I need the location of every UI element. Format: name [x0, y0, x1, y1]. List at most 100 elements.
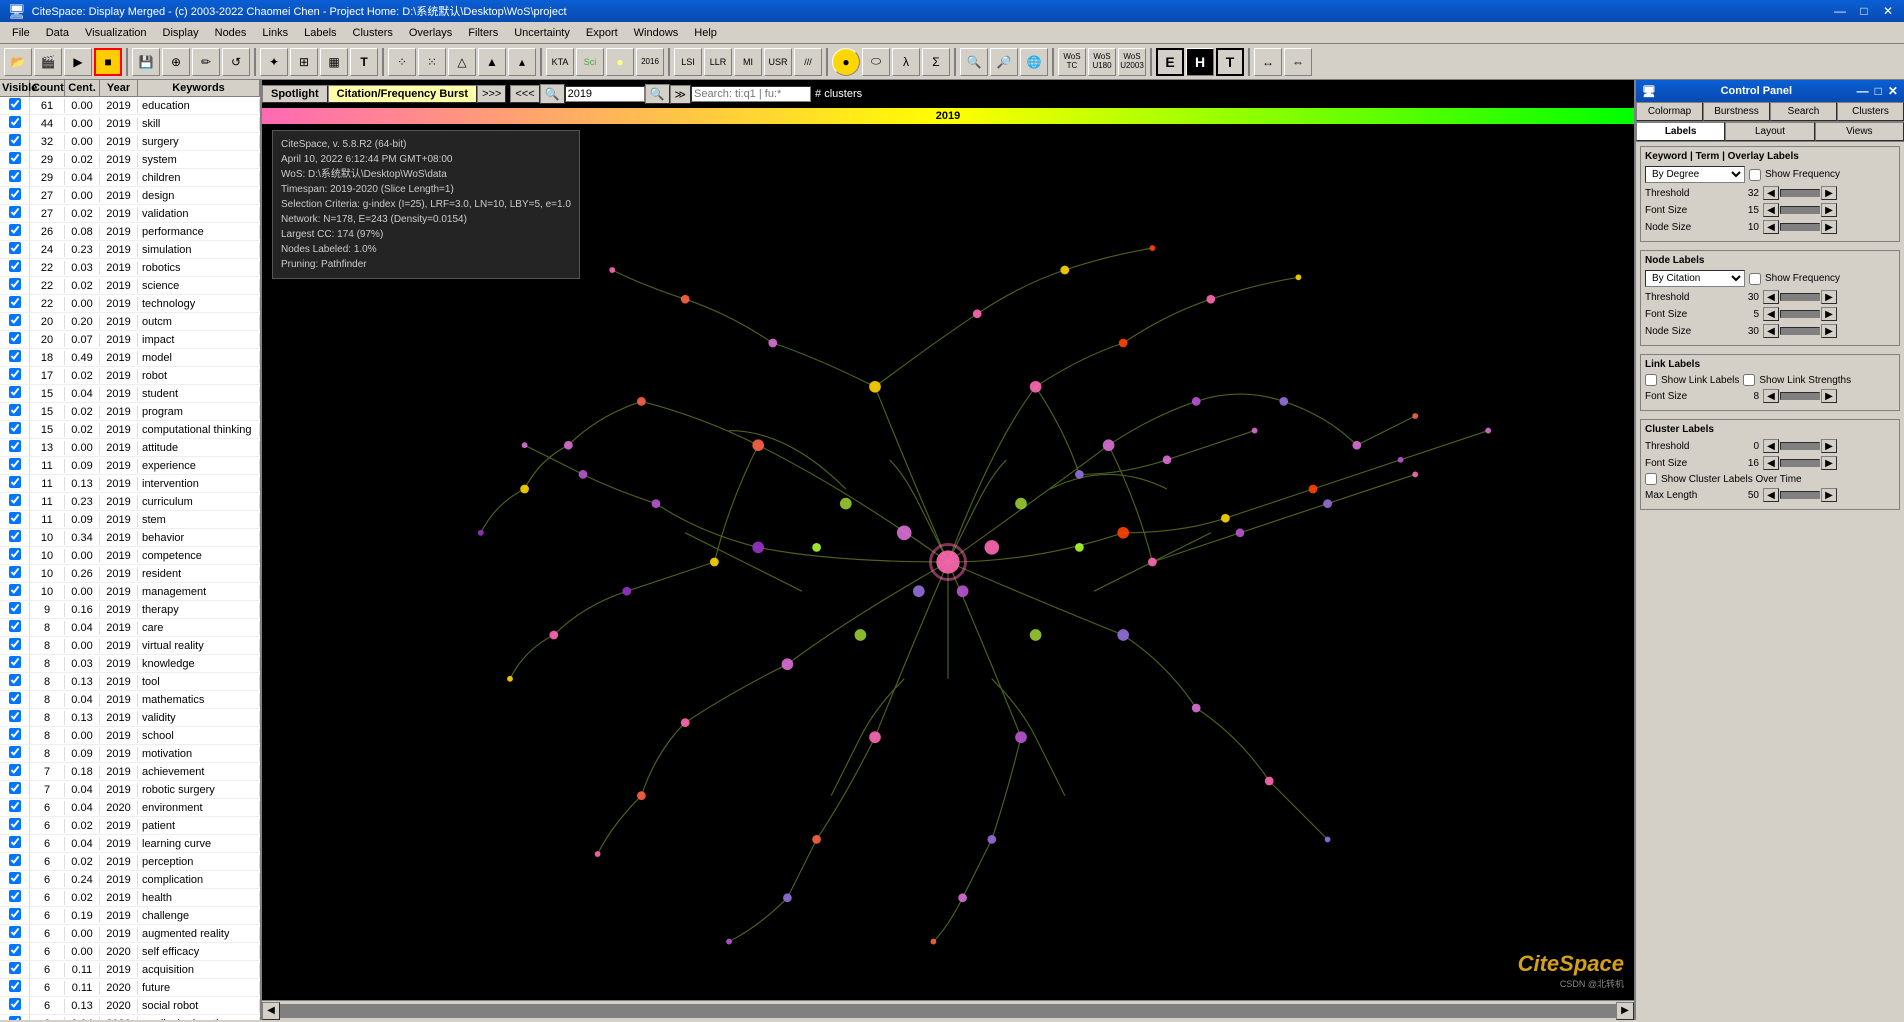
table-row[interactable]: 10 0.00 2019 competence: [0, 547, 260, 565]
cell-visible[interactable]: [0, 871, 30, 888]
cell-visible[interactable]: [0, 331, 30, 348]
tri1-button[interactable]: △: [448, 48, 476, 76]
cell-visible[interactable]: [0, 763, 30, 780]
cp-maximize-button[interactable]: □: [1875, 84, 1882, 98]
table-row[interactable]: 6 0.24 2019 complication: [0, 871, 260, 889]
row-checkbox[interactable]: [9, 242, 21, 254]
cell-visible[interactable]: [0, 223, 30, 240]
show-cluster-overtime-checkbox[interactable]: [1645, 473, 1657, 485]
link-fontsize-track[interactable]: [1780, 392, 1820, 400]
cell-visible[interactable]: [0, 205, 30, 222]
table-row[interactable]: 22 0.00 2019 technology: [0, 295, 260, 313]
keyword-nodesize-inc[interactable]: ▶: [1821, 220, 1837, 234]
tab-clusters[interactable]: Clusters: [1837, 102, 1904, 121]
cell-visible[interactable]: [0, 241, 30, 258]
row-checkbox[interactable]: [9, 782, 21, 794]
H-button[interactable]: H: [1186, 48, 1214, 76]
cell-visible[interactable]: [0, 781, 30, 798]
cell-visible[interactable]: [0, 997, 30, 1014]
scroll-right-button[interactable]: ▶: [1616, 1002, 1634, 1020]
cell-visible[interactable]: [0, 1015, 30, 1020]
table-row[interactable]: 15 0.04 2019 student: [0, 385, 260, 403]
row-checkbox[interactable]: [9, 368, 21, 380]
row-checkbox[interactable]: [9, 584, 21, 596]
cell-visible[interactable]: [0, 295, 30, 312]
cell-visible[interactable]: [0, 439, 30, 456]
row-checkbox[interactable]: [9, 98, 21, 110]
mi-button[interactable]: MI: [734, 48, 762, 76]
row-checkbox[interactable]: [9, 998, 21, 1010]
zoom-out-button[interactable]: 🔍: [540, 84, 565, 104]
tab-colormap[interactable]: Colormap: [1636, 102, 1703, 121]
menu-item-nodes[interactable]: Nodes: [207, 25, 255, 41]
table-row[interactable]: 8 0.13 2019 validity: [0, 709, 260, 727]
cell-visible[interactable]: [0, 511, 30, 528]
table-row[interactable]: 22 0.03 2019 robotics: [0, 259, 260, 277]
cluster-threshold-inc[interactable]: ▶: [1821, 439, 1837, 453]
menu-item-overlays[interactable]: Overlays: [401, 25, 460, 41]
tri2-button[interactable]: ▲: [478, 48, 506, 76]
row-checkbox[interactable]: [9, 764, 21, 776]
node-fontsize-inc[interactable]: ▶: [1821, 307, 1837, 321]
search2-button[interactable]: 🔎: [990, 48, 1018, 76]
table-row[interactable]: 6 0.00 2019 augmented reality: [0, 925, 260, 943]
row-checkbox[interactable]: [9, 224, 21, 236]
row-checkbox[interactable]: [9, 980, 21, 992]
search1-button[interactable]: 🔍: [960, 48, 988, 76]
table-row[interactable]: 9 0.16 2019 therapy: [0, 601, 260, 619]
cell-visible[interactable]: [0, 97, 30, 114]
cell-visible[interactable]: [0, 943, 30, 960]
table-row[interactable]: 24 0.23 2019 simulation: [0, 241, 260, 259]
usr-button[interactable]: USR: [764, 48, 792, 76]
menu-item-export[interactable]: Export: [578, 25, 626, 41]
lambda-button[interactable]: λ: [892, 48, 920, 76]
menu-item-file[interactable]: File: [4, 25, 38, 41]
cluster-fontsize-dec[interactable]: ◀: [1763, 456, 1779, 470]
menu-item-labels[interactable]: Labels: [296, 25, 344, 41]
menu-item-links[interactable]: Links: [254, 25, 296, 41]
menu-item-clusters[interactable]: Clusters: [345, 25, 401, 41]
table-row[interactable]: 6 0.02 2019 perception: [0, 853, 260, 871]
table-row[interactable]: 20 0.07 2019 impact: [0, 331, 260, 349]
cell-visible[interactable]: [0, 475, 30, 492]
table-row[interactable]: 15 0.02 2019 program: [0, 403, 260, 421]
show-link-strengths-checkbox[interactable]: [1743, 374, 1755, 386]
bigT-button[interactable]: T: [1216, 48, 1244, 76]
cp-minimize-button[interactable]: —: [1857, 84, 1869, 98]
row-checkbox[interactable]: [9, 458, 21, 470]
keyword-fontsize-track[interactable]: [1780, 206, 1820, 214]
table-row[interactable]: 29 0.02 2019 system: [0, 151, 260, 169]
menu-item-visualization[interactable]: Visualization: [77, 25, 155, 41]
cell-visible[interactable]: [0, 853, 30, 870]
keyword-threshold-inc[interactable]: ▶: [1821, 186, 1837, 200]
table-row[interactable]: 29 0.04 2019 children: [0, 169, 260, 187]
row-checkbox[interactable]: [9, 908, 21, 920]
menu-item-uncertainty[interactable]: Uncertainty: [506, 25, 578, 41]
node-nodesize-dec[interactable]: ◀: [1763, 324, 1779, 338]
table-row[interactable]: 6 0.00 2020 self efficacy: [0, 943, 260, 961]
table-row[interactable]: 6 0.11 2020 future: [0, 979, 260, 997]
grid-button[interactable]: ⊞: [290, 48, 318, 76]
menu-item-data[interactable]: Data: [38, 25, 77, 41]
cell-visible[interactable]: [0, 565, 30, 582]
cell-visible[interactable]: [0, 673, 30, 690]
cell-visible[interactable]: [0, 493, 30, 510]
node-threshold-inc[interactable]: ▶: [1821, 290, 1837, 304]
cell-visible[interactable]: [0, 817, 30, 834]
merge-button[interactable]: ⊕: [162, 48, 190, 76]
save-button[interactable]: 💾: [132, 48, 160, 76]
table-row[interactable]: 6 0.13 2020 social robot: [0, 997, 260, 1015]
table-row[interactable]: 32 0.00 2019 surgery: [0, 133, 260, 151]
row-checkbox[interactable]: [9, 530, 21, 542]
row-checkbox[interactable]: [9, 1016, 21, 1020]
keyword-nodesize-track[interactable]: [1780, 223, 1820, 231]
cell-visible[interactable]: [0, 151, 30, 168]
row-checkbox[interactable]: [9, 548, 21, 560]
cluster-threshold-dec[interactable]: ◀: [1763, 439, 1779, 453]
cell-visible[interactable]: [0, 349, 30, 366]
row-checkbox[interactable]: [9, 422, 21, 434]
nav-right-button[interactable]: ≫: [670, 85, 692, 104]
row-checkbox[interactable]: [9, 674, 21, 686]
row-checkbox[interactable]: [9, 494, 21, 506]
cell-visible[interactable]: [0, 925, 30, 942]
